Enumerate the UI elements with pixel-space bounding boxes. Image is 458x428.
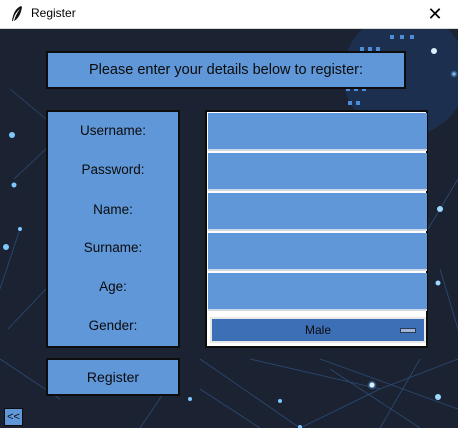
surname-label: Surname: (83, 240, 143, 255)
close-button[interactable]: ✕ (412, 0, 458, 29)
register-window: Register ✕ Please enter your details bel… (0, 0, 458, 428)
feather-icon (12, 6, 22, 21)
surname-field[interactable] (208, 233, 427, 271)
username-label: Username: (79, 123, 147, 138)
window-title: Register (31, 6, 76, 20)
close-icon: ✕ (427, 4, 443, 25)
name-field[interactable] (208, 193, 427, 231)
entries-panel: Male (205, 110, 428, 348)
option-menu-indicator-icon (400, 328, 416, 333)
back-button[interactable]: << (4, 408, 23, 426)
gender-selected-value: Male (304, 323, 331, 337)
gender-label: Gender: (88, 318, 138, 333)
instruction-header: Please enter your details below to regis… (46, 51, 406, 89)
register-button[interactable]: Register (46, 358, 180, 396)
username-field[interactable] (208, 113, 427, 151)
age-field[interactable] (208, 273, 427, 311)
password-field[interactable] (208, 153, 427, 191)
age-label: Age: (99, 279, 127, 294)
gender-select[interactable]: Male (210, 317, 426, 343)
name-label: Name: (93, 202, 133, 217)
password-label: Password: (81, 162, 145, 177)
title-bar: Register ✕ (0, 0, 458, 29)
labels-panel: Username: Password: Name: Surname: Age: … (46, 110, 180, 348)
